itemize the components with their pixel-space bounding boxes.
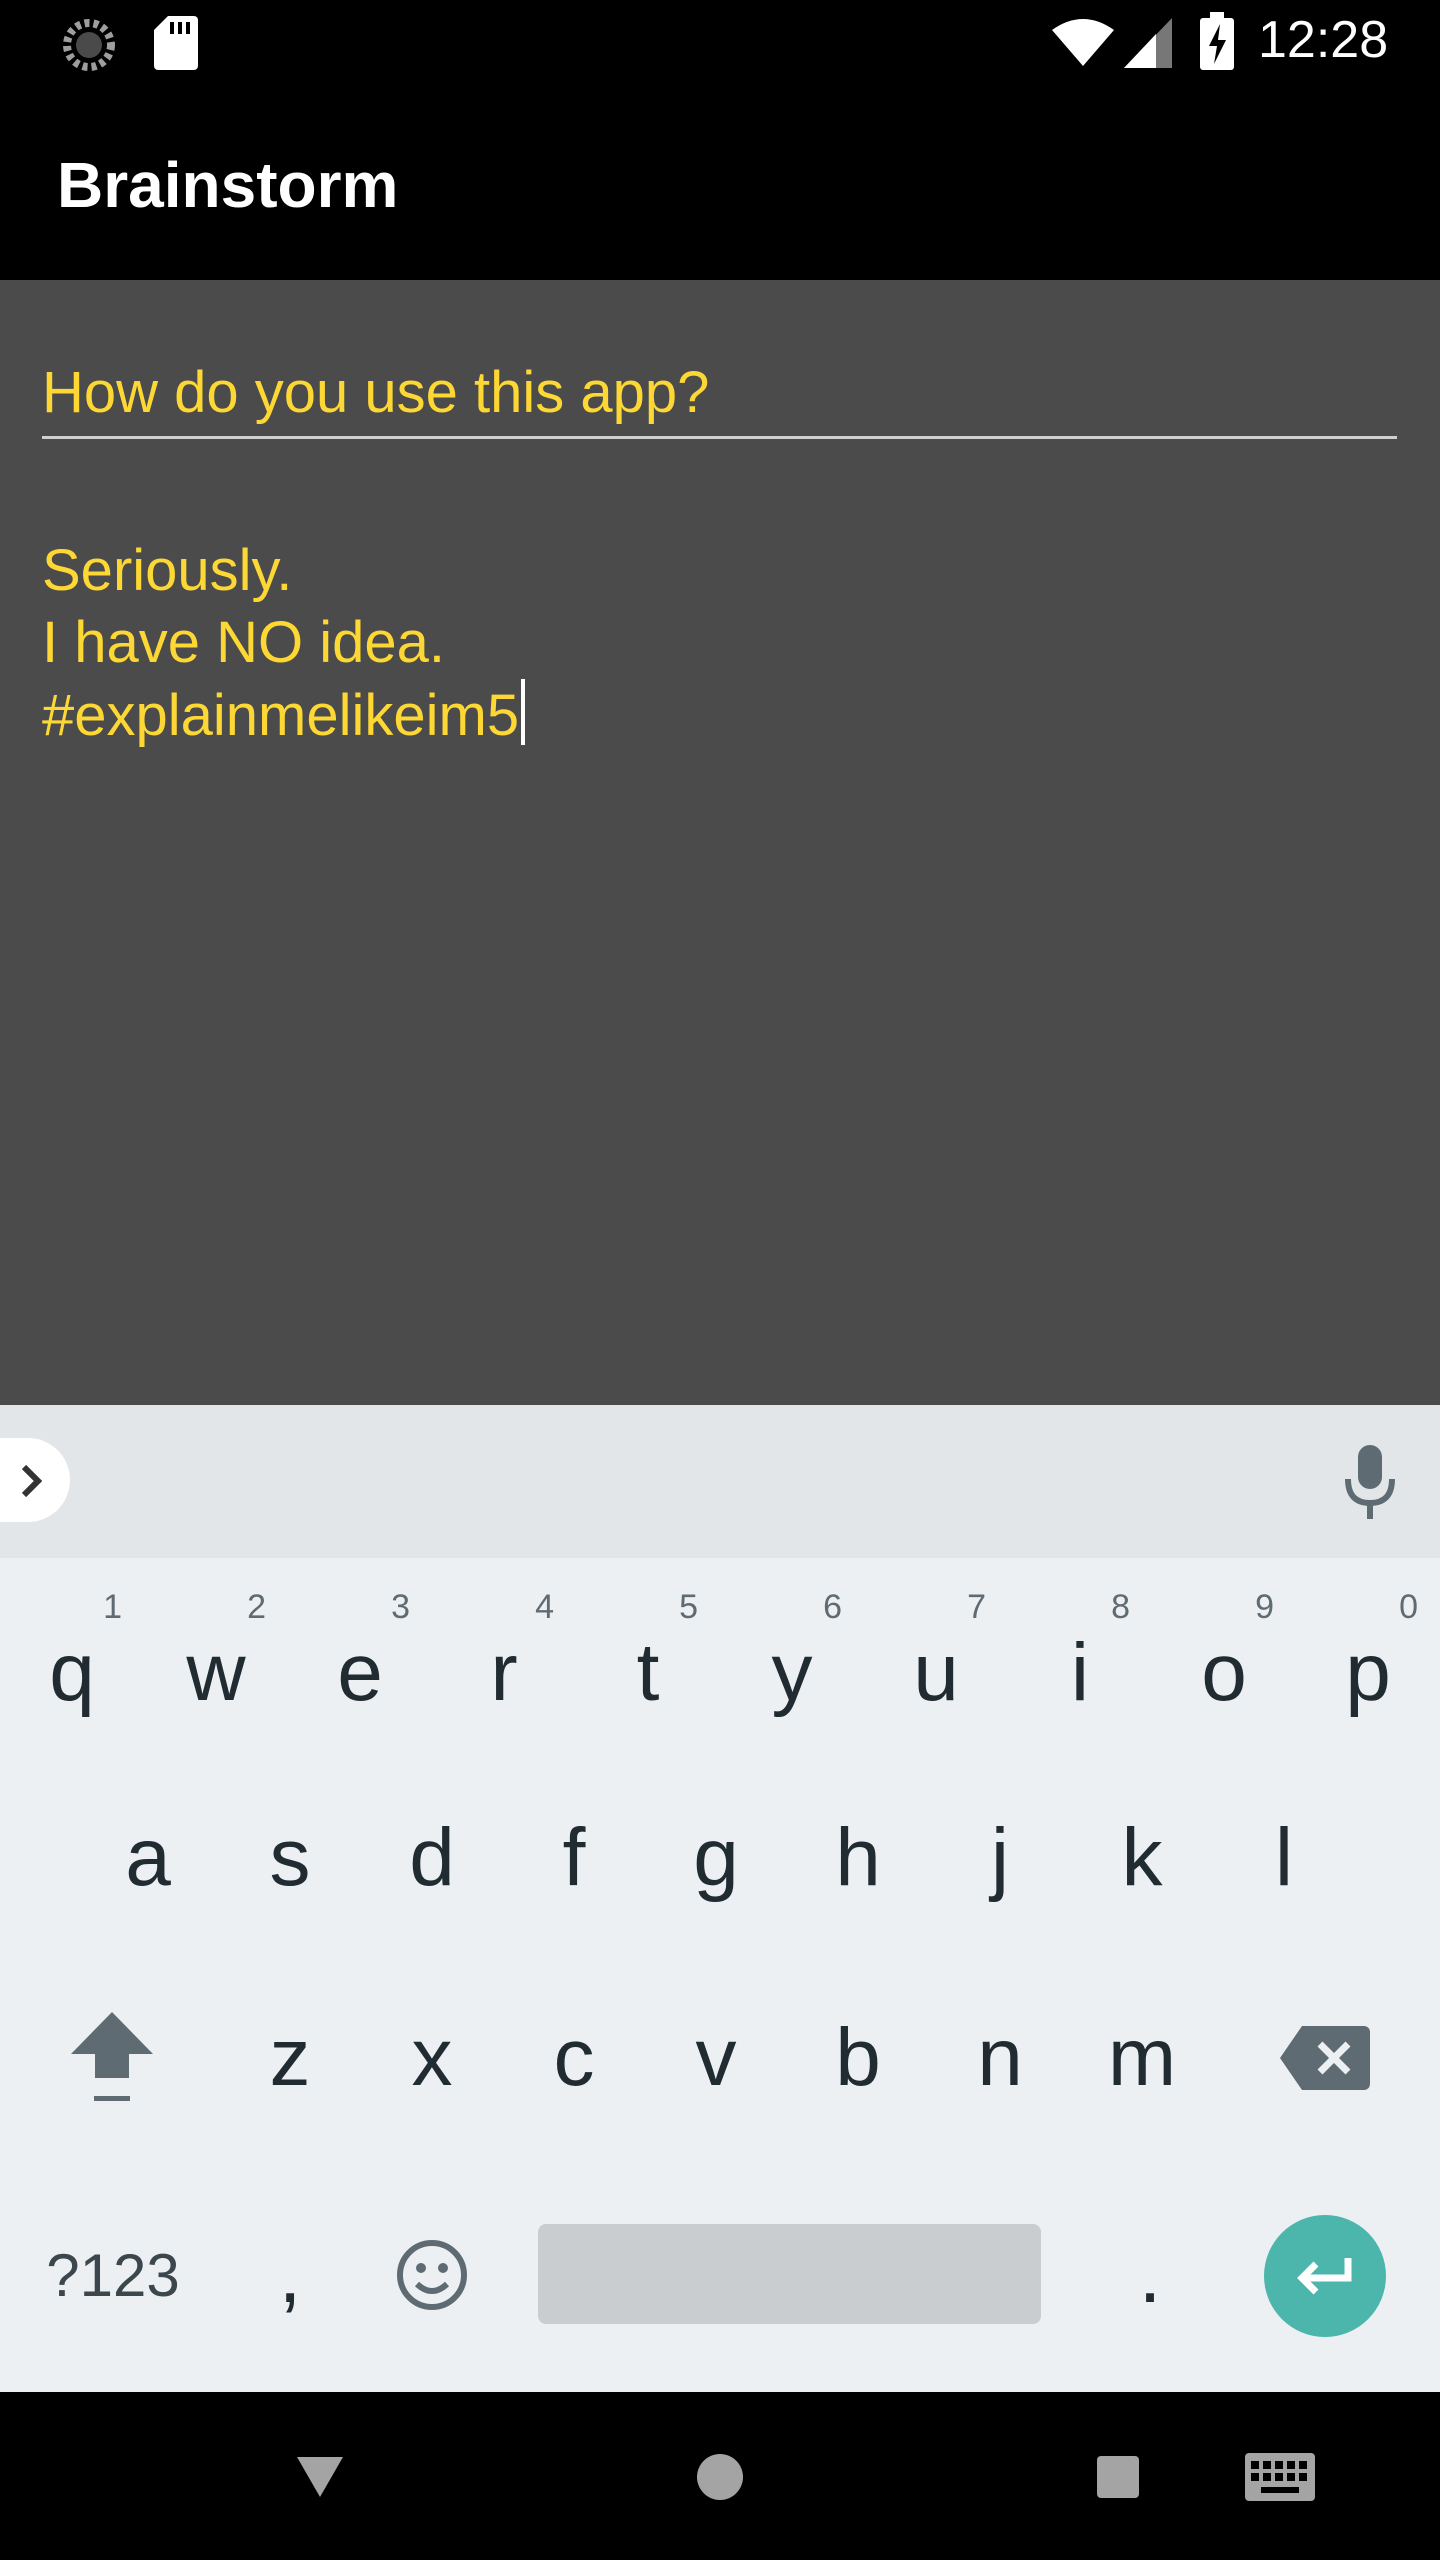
key-o[interactable]: 9o — [1152, 1558, 1296, 1758]
signal-icon — [1124, 18, 1172, 68]
sd-card-icon — [154, 16, 198, 70]
chevron-right-icon — [21, 1464, 43, 1498]
key-label: w — [186, 1627, 246, 1718]
body-line: #explainmelikeim5 — [42, 679, 526, 752]
key-label: o — [1201, 1627, 1247, 1718]
app-title: Brainstorm — [57, 149, 399, 221]
key-a[interactable]: a — [76, 1758, 220, 1958]
key-label: i — [1070, 1627, 1090, 1718]
body-line: I have NO idea. — [42, 610, 445, 675]
emoji-key[interactable] — [372, 2158, 492, 2392]
key-n[interactable]: n — [928, 1958, 1072, 2158]
body-line-text: #explainmelikeim5 — [42, 683, 520, 748]
key-hint: 7 — [967, 1588, 986, 1626]
app-bar: Brainstorm — [0, 86, 1440, 280]
key-w[interactable]: 2w — [144, 1558, 288, 1758]
key-y[interactable]: 6y — [720, 1558, 864, 1758]
key-p[interactable]: 0p — [1296, 1558, 1440, 1758]
key-s[interactable]: s — [218, 1758, 362, 1958]
home-button[interactable] — [680, 2442, 760, 2512]
key-c[interactable]: c — [502, 1958, 646, 2158]
key-label: p — [1345, 1627, 1391, 1718]
key-d[interactable]: d — [360, 1758, 504, 1958]
key-hint: 0 — [1399, 1588, 1418, 1626]
key-u[interactable]: 7u — [864, 1558, 1008, 1758]
status-bar: 12:28 — [0, 0, 1440, 86]
key-f[interactable]: f — [502, 1758, 646, 1958]
keyboard-switch-icon — [1245, 2453, 1315, 2501]
key-v[interactable]: v — [644, 1958, 788, 2158]
emoji-icon — [397, 2240, 467, 2310]
key-q[interactable]: 1q — [0, 1558, 144, 1758]
key-j[interactable]: j — [928, 1758, 1072, 1958]
key-h[interactable]: h — [786, 1758, 930, 1958]
body-line: Seriously. — [42, 538, 293, 603]
back-icon — [297, 2457, 343, 2497]
clock: 12:28 — [1258, 11, 1389, 69]
enter-icon — [1297, 2258, 1352, 2295]
key-b[interactable]: b — [786, 1958, 930, 2158]
key-label: r — [490, 1627, 518, 1718]
key-x[interactable]: x — [360, 1958, 504, 2158]
key-hint: 3 — [391, 1588, 410, 1626]
key-hint: 5 — [679, 1588, 698, 1626]
key-l[interactable]: l — [1212, 1758, 1356, 1958]
key-label: y — [771, 1627, 813, 1718]
key-label: q — [49, 1627, 95, 1718]
key-g[interactable]: g — [644, 1758, 788, 1958]
key-hint: 4 — [535, 1588, 554, 1626]
microphone-icon[interactable] — [1340, 1445, 1400, 1525]
key-hint: 2 — [247, 1588, 266, 1626]
key-i[interactable]: 8i — [1008, 1558, 1152, 1758]
backspace-key[interactable] — [1250, 1958, 1400, 2158]
key-hint: 8 — [1111, 1588, 1130, 1626]
note-editor: How do you use this app? Seriously. I ha… — [0, 280, 1440, 1405]
keyboard-switch-button[interactable] — [1240, 2442, 1320, 2512]
symbols-key[interactable]: ?123 — [28, 2158, 198, 2392]
key-r[interactable]: 4r — [432, 1558, 576, 1758]
key-hint: 1 — [103, 1588, 122, 1626]
comma-key[interactable]: , — [220, 2158, 360, 2392]
key-z[interactable]: z — [218, 1958, 362, 2158]
sync-icon — [63, 19, 115, 71]
note-body-input[interactable]: Seriously. I have NO idea. #explainmelik… — [42, 535, 526, 752]
battery-charging-icon — [1200, 12, 1234, 70]
suggestion-strip — [0, 1405, 1440, 1558]
key-hint: 6 — [823, 1588, 842, 1626]
home-icon — [697, 2454, 743, 2500]
recents-button[interactable] — [1078, 2442, 1158, 2512]
period-key[interactable]: . — [1080, 2158, 1220, 2392]
wifi-icon — [1052, 19, 1114, 66]
note-title-input[interactable]: How do you use this app? — [42, 350, 1397, 436]
key-k[interactable]: k — [1070, 1758, 1214, 1958]
expand-toolbar-button[interactable] — [0, 1438, 70, 1522]
text-cursor — [521, 679, 526, 745]
shift-icon — [71, 2012, 153, 2101]
soft-keyboard: 1q 2w 3e 4r 5t 6y 7u 8i 9o 0p a s d f g … — [0, 1558, 1440, 2392]
key-e[interactable]: 3e — [288, 1558, 432, 1758]
key-label: t — [636, 1627, 660, 1718]
key-hint: 9 — [1255, 1588, 1274, 1626]
key-t[interactable]: 5t — [576, 1558, 720, 1758]
key-m[interactable]: m — [1070, 1958, 1214, 2158]
title-underline — [42, 436, 1397, 439]
navigation-bar — [0, 2392, 1440, 2560]
key-label: u — [913, 1627, 959, 1718]
shift-key[interactable] — [40, 1958, 184, 2158]
backspace-icon — [1280, 2026, 1370, 2090]
recents-icon — [1097, 2456, 1139, 2498]
enter-key[interactable] — [1264, 2215, 1386, 2337]
space-key[interactable] — [538, 2224, 1041, 2324]
key-label: e — [337, 1627, 383, 1718]
back-button[interactable] — [280, 2442, 360, 2512]
